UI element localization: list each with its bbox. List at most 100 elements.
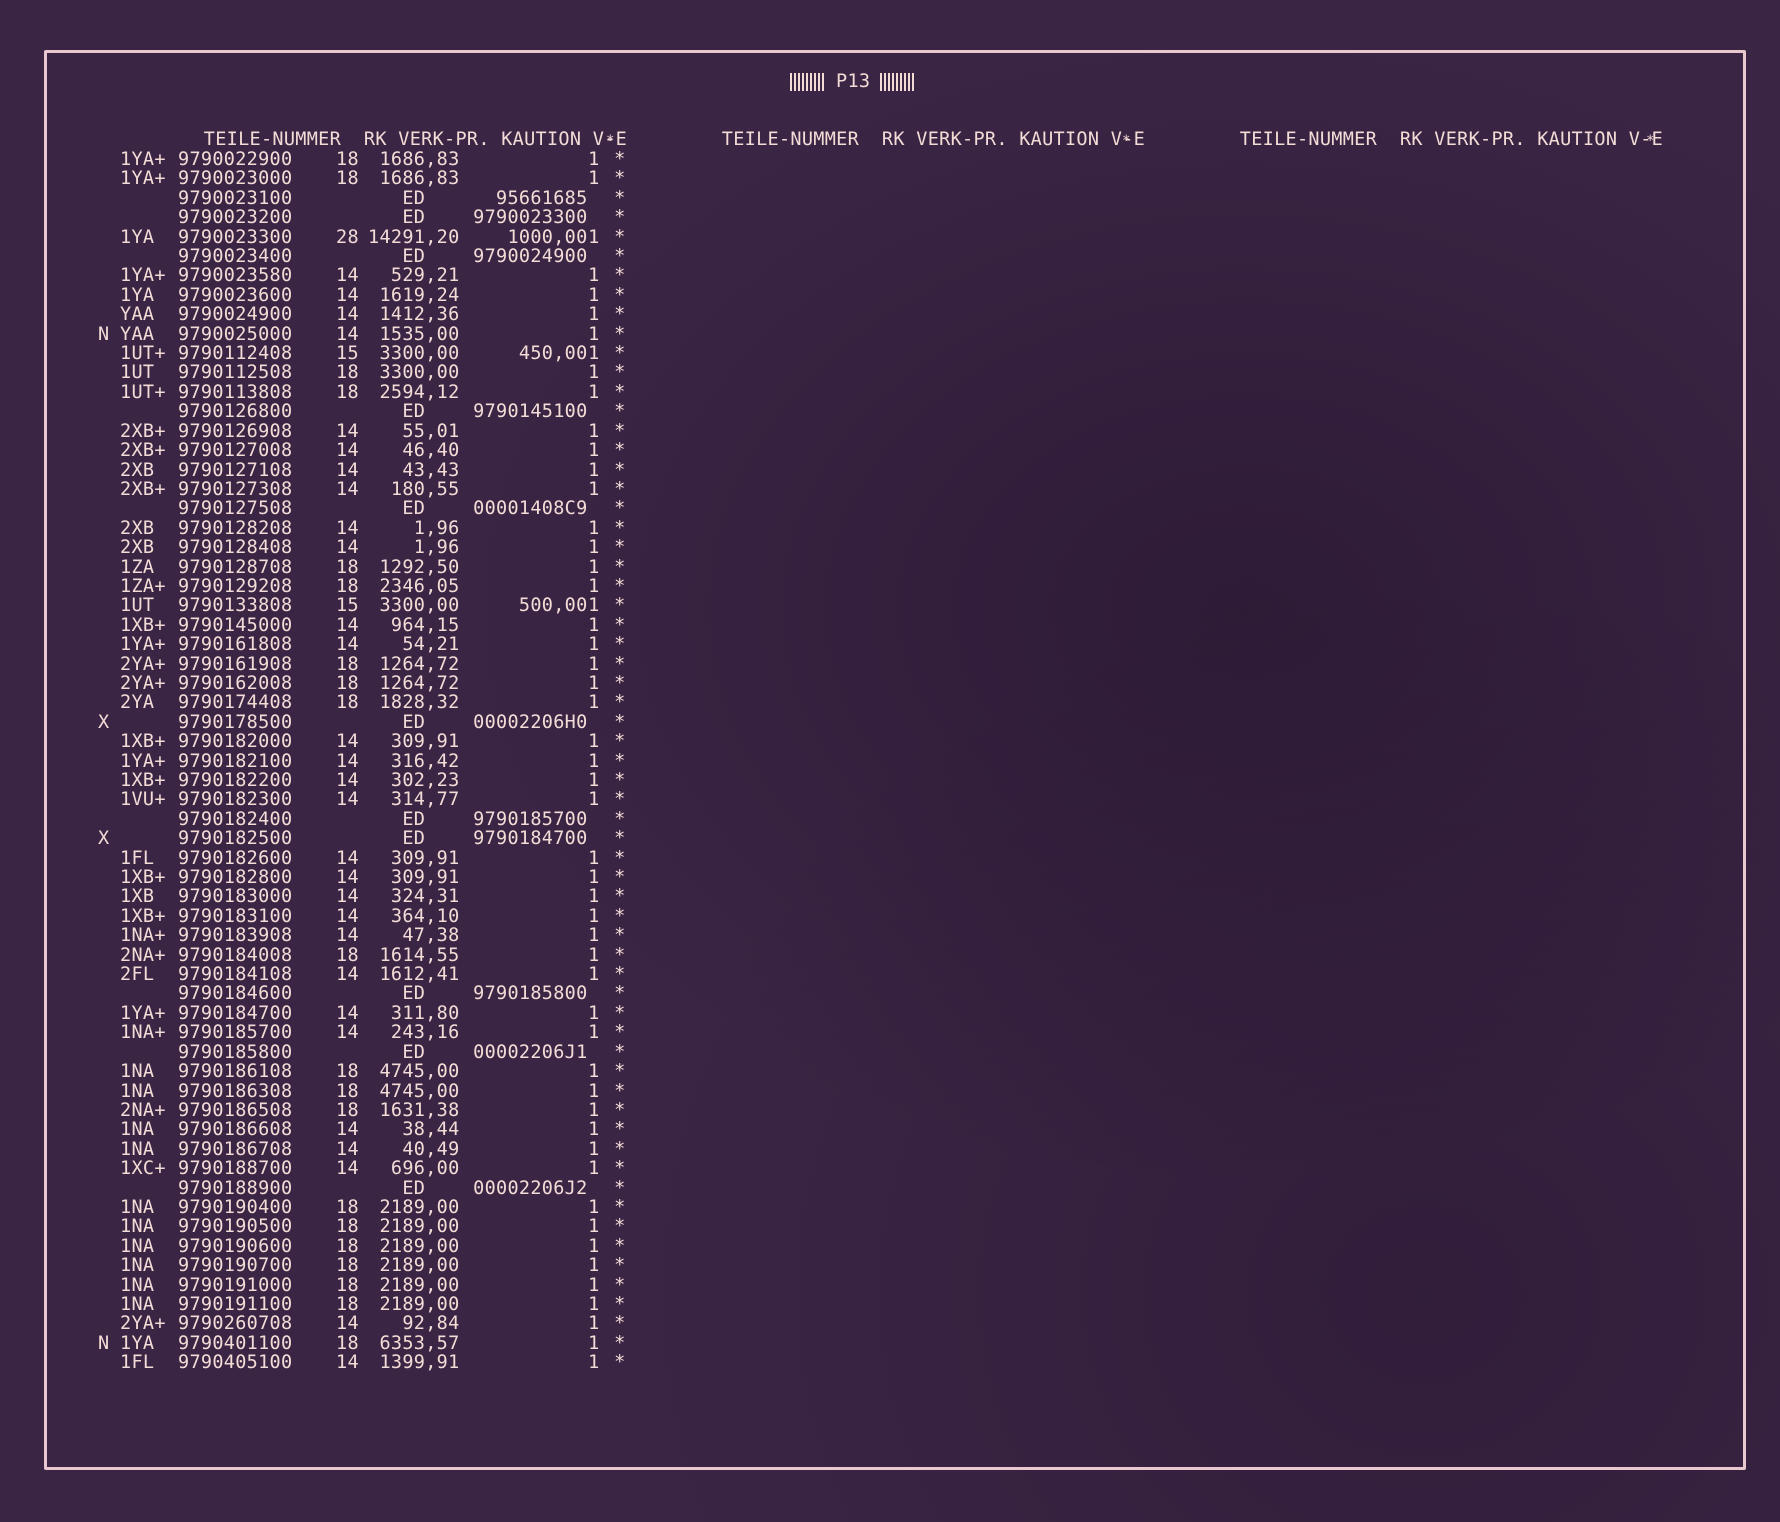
row-kaution [460, 383, 588, 402]
row-verk-pr: 364,10 [390, 905, 460, 927]
table-row: 1ZA 9790128708 18 1292,50 1 * [98, 557, 626, 577]
row-teile-nummer: 9790133808 [178, 595, 293, 617]
row-kaution: 9790145100 [473, 401, 588, 423]
row-star: * [614, 964, 626, 986]
row-kaution [460, 519, 588, 538]
row-kaution: 9790184700 [473, 828, 588, 850]
row-teile-nummer: 9790184600 [178, 983, 293, 1005]
row-code: 2YA+ [120, 1313, 166, 1335]
row-teile-nummer: 9790127308 [178, 478, 293, 500]
row-star: * [614, 323, 626, 345]
row-kaution [460, 286, 588, 305]
row-kaution [460, 422, 588, 441]
row-verk-pr: ED [402, 711, 426, 733]
row-star: * [614, 1196, 626, 1218]
row-rk: 18 [336, 653, 359, 675]
row-v-e: 1 [588, 517, 600, 539]
row-teile-nummer: 9790022900 [178, 149, 293, 170]
row-v-e [588, 829, 600, 848]
row-verk-pr: 311,80 [390, 1002, 460, 1024]
row-verk-pr: 1399,91 [379, 1352, 460, 1374]
header-rk: RK [1399, 129, 1423, 151]
row-star: * [614, 478, 626, 500]
table-row: 9790185800 ED 00002206J1 * [98, 1041, 626, 1063]
row-code [120, 499, 178, 518]
table-row: 2YA+ 9790161908 18 1264,72 1 * [98, 653, 626, 675]
row-kaution [460, 849, 588, 868]
row-teile-nummer: 9790127008 [178, 440, 293, 462]
row-v-e: 1 [588, 323, 600, 345]
row-code [120, 829, 178, 848]
row-verk-pr: 302,23 [390, 770, 460, 791]
row-teile-nummer: 9790184008 [178, 944, 293, 966]
row-verk-pr: 2189,00 [379, 1196, 460, 1218]
row-v-e: 1 [588, 634, 600, 656]
table-row: YAA 9790024900 14 1412,36 1 * [98, 305, 626, 325]
row-star: * [614, 711, 626, 733]
row-flag [98, 247, 120, 266]
row-flag [98, 907, 120, 926]
row-flag [98, 887, 120, 906]
row-star: * [614, 1061, 626, 1083]
row-rk: 18 [336, 1216, 359, 1238]
row-rk: 14 [336, 925, 359, 947]
row-rk: 18 [336, 1293, 359, 1315]
table-row: 1YA+ 9790023000 18 1686,83 1 * [98, 168, 626, 190]
row-flag: N [98, 1332, 110, 1354]
row-verk-pr: ED [402, 498, 426, 520]
row-teile-nummer: 9790188700 [178, 1158, 293, 1180]
table-row: 2YA 9790174408 18 1828,32 1 * [98, 692, 626, 714]
row-verk-pr: 1686,83 [379, 149, 460, 170]
row-rk [306, 1043, 368, 1062]
table-row: 2YA+ 9790260708 14 92,84 1 * [98, 1313, 626, 1335]
row-star: * [614, 1352, 626, 1374]
row-rk [306, 189, 368, 208]
table-row: 1NA 9790186108 18 4745,00 1 * [98, 1061, 626, 1083]
row-verk-pr: 47,38 [402, 925, 460, 947]
header-rk: RK [881, 129, 905, 151]
parts-table: 1YA+ 9790022900 18 1686,83 1 * 1YA+ 9790023000 1… [98, 150, 626, 1373]
row-code: 2XB+ [120, 420, 166, 442]
row-star: * [614, 187, 626, 209]
row-kaution: 450,00 [518, 343, 588, 365]
row-rk [306, 810, 368, 829]
table-row: 1NA 9790190700 18 2189,00 1 * [98, 1256, 626, 1276]
row-verk-pr: 2189,00 [379, 1274, 460, 1296]
row-v-e: 1 [588, 1313, 600, 1335]
table-row: 1XB+ 9790182200 14 302,23 1 * [98, 770, 626, 791]
row-verk-pr: 1612,41 [379, 964, 460, 986]
row-v-e: 1 [588, 905, 600, 927]
row-flag [98, 266, 120, 285]
row-kaution [460, 363, 588, 382]
row-rk: 14 [336, 905, 359, 927]
header-star-1: * [606, 133, 615, 149]
row-verk-pr: 55,01 [402, 420, 460, 442]
row-kaution [460, 1004, 588, 1023]
table-row: 1NA+ 9790185700 14 243,16 1 * [98, 1022, 626, 1044]
row-star: * [614, 672, 626, 694]
row-teile-nummer: 9790185800 [178, 1041, 293, 1063]
table-row: 1YA+ 9790182100 14 316,42 1 * [98, 751, 626, 771]
row-verk-pr: 1619,24 [379, 284, 460, 306]
row-flag [98, 1256, 120, 1275]
row-verk-pr: 1264,72 [379, 653, 460, 675]
row-star: * [614, 770, 626, 791]
row-rk: 18 [336, 1332, 359, 1354]
row-rk: 14 [336, 440, 359, 462]
row-verk-pr: 243,16 [390, 1022, 460, 1044]
row-rk: 18 [336, 168, 359, 190]
row-code: 1YA [120, 226, 155, 248]
row-flag [98, 1179, 120, 1198]
row-code: 1NA+ [120, 925, 166, 947]
row-kaution [460, 1101, 588, 1120]
table-row: 1NA 9790191100 18 2189,00 1 * [98, 1293, 626, 1315]
row-verk-pr: 696,00 [390, 1158, 460, 1180]
row-verk-pr: 1686,83 [379, 168, 460, 190]
row-teile-nummer: 9790023200 [178, 207, 293, 229]
row-rk: 18 [336, 692, 359, 714]
row-rk [306, 984, 368, 1003]
row-flag [98, 461, 120, 480]
table-row: 1XB+ 9790182800 14 309,91 1 * [98, 868, 626, 888]
row-teile-nummer: 9790129208 [178, 575, 293, 597]
row-star: * [614, 1080, 626, 1102]
